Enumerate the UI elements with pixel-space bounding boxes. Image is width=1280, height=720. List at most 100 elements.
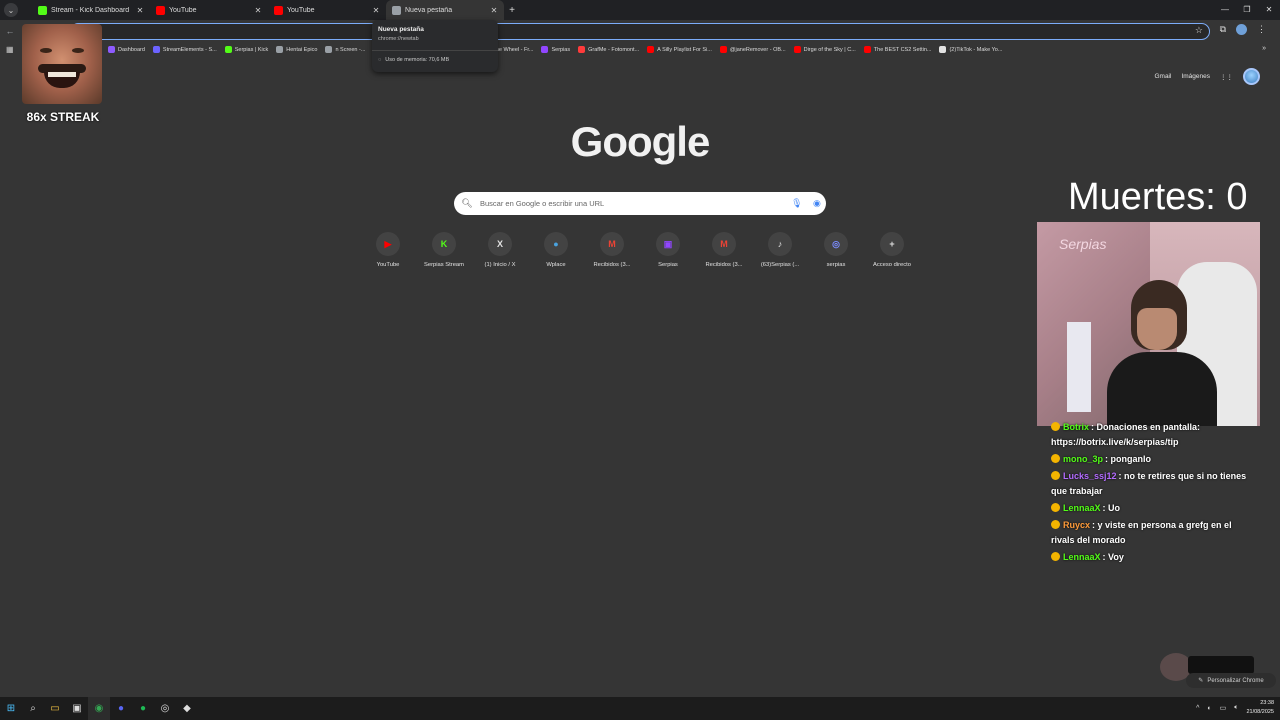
back-icon[interactable]: ← (0, 26, 20, 36)
chat-username[interactable]: Lucks_ssj12 (1063, 471, 1117, 481)
chat-text: : Uo (1102, 503, 1121, 513)
shortcut-tile[interactable]: M Recibidos (3... (584, 232, 640, 268)
chrome-taskbar-icon[interactable]: ◉ (88, 697, 110, 720)
bookmark-item[interactable]: (2)TikTok - Make Yo... (939, 46, 1002, 53)
profile-icon[interactable] (1236, 24, 1247, 35)
shortcut-tile[interactable]: M Recibidos (3... (696, 232, 752, 268)
obs-icon[interactable]: ◎ (154, 697, 176, 720)
gmail-link[interactable]: Gmail (1154, 73, 1171, 80)
new-tab-button[interactable]: + (504, 5, 520, 16)
tab-favicon-icon (392, 5, 401, 15)
chat-message: LennaaX: Uo (1051, 501, 1251, 516)
bookmark-item[interactable]: Serpias (541, 46, 570, 53)
bookmark-item[interactable]: StreamElements - S... (152, 46, 217, 53)
lens-camera-icon[interactable]: ◉ (813, 198, 821, 209)
shortcut-tile[interactable]: ▶ YouTube (360, 232, 416, 268)
photos-icon[interactable]: ▣ (66, 697, 88, 720)
shortcut-label: YouTube (376, 262, 400, 268)
tab-close-icon[interactable]: ✕ (134, 6, 146, 15)
tab-search-icon[interactable]: ⌄ (4, 3, 18, 17)
more-bookmarks-icon[interactable]: » (1262, 45, 1266, 52)
bookmark-item[interactable]: Serpias | Kick (224, 46, 268, 53)
bookmark-label: n Screen -... (335, 46, 366, 53)
tab-close-icon[interactable]: ✕ (488, 6, 500, 15)
bookmark-item[interactable]: Dirge of the Sky | C... (793, 46, 856, 53)
chat-text: : Voy (1102, 552, 1124, 562)
bookmark-favicon-icon (541, 46, 549, 53)
hover-card-memory: ◌ Uso de memoria: 70,6 MB (378, 57, 450, 63)
minimize-icon[interactable]: — (1214, 0, 1236, 20)
chat-username[interactable]: mono_3p (1063, 454, 1103, 464)
hover-card-divider (372, 50, 498, 51)
shortcut-icon: ▶ (376, 232, 400, 256)
bookmark-star-icon[interactable]: ☆ (1195, 25, 1203, 36)
taskbar-search-icon[interactable]: ⌕ (22, 697, 44, 720)
bookmark-item[interactable]: Hentai Epico (276, 46, 317, 53)
discord-icon[interactable]: ● (110, 697, 132, 720)
images-link[interactable]: Imágenes (1181, 73, 1210, 80)
microphone-icon[interactable]: 🎙︎ (791, 198, 802, 209)
tab-strip: ⌄ Stream - Kick Dashboard ✕ YouTube ✕ YouTub… (0, 0, 1280, 20)
app-icon[interactable]: ◆ (176, 697, 198, 720)
clock-time: 23:38 (1260, 700, 1274, 706)
shortcut-tile[interactable]: + Acceso directo (864, 232, 920, 268)
chat-username[interactable]: Botrix (1063, 422, 1089, 432)
tab-1[interactable]: YouTube ✕ (150, 0, 268, 20)
extensions-icon[interactable]: ⧉ (1220, 24, 1226, 35)
apps-grid-icon[interactable]: ▦ (6, 45, 16, 54)
tray-chevron-icon[interactable]: ^ (1196, 705, 1199, 712)
bookmark-item[interactable]: The BEST CS2 Settin... (863, 46, 931, 53)
google-apps-icon[interactable]: ⋮⋮ (1220, 73, 1233, 81)
screen: ⌄ Stream - Kick Dashboard ✕ YouTube ✕ YouTub… (0, 0, 1280, 720)
search-input[interactable] (480, 199, 786, 208)
menu-icon[interactable]: ⋮ (1257, 24, 1266, 35)
chat-message: Botrix: Donaciones en pantalla: https://… (1051, 420, 1251, 450)
chat-text: : ponganlo (1105, 454, 1152, 464)
chat-badge-icon (1051, 552, 1060, 561)
chat-message: Lucks_ssj12: no te retires que si no tie… (1051, 469, 1251, 499)
shortcut-tile[interactable]: ▣ Serpias (640, 232, 696, 268)
pencil-icon: ✎ (1198, 678, 1204, 684)
tab-close-icon[interactable]: ✕ (370, 6, 382, 15)
bookmark-item[interactable]: Dashboard (108, 46, 145, 53)
chat-username[interactable]: LennaaX (1063, 503, 1101, 513)
taskbar: ⊞ ⌕ ▭ ▣ ◉ ● ● ◎ ◆ ^ ◐ ▭ 🔈︎ 23:38 21/08/2… (0, 697, 1280, 720)
bookmark-item[interactable]: n Screen -... (325, 46, 365, 53)
bookmark-item[interactable]: GrafMe - Fotomont... (578, 46, 639, 53)
shortcut-icon: ● (544, 232, 568, 256)
tab-label: Nueva pestaña (405, 6, 453, 14)
chat-username[interactable]: LennaaX (1063, 552, 1101, 562)
tab-0[interactable]: Stream - Kick Dashboard ✕ (32, 0, 150, 20)
bookmark-item[interactable]: A Silly Playlist For Si... (647, 46, 712, 53)
shortcut-tile[interactable]: K Serpias Stream (416, 232, 472, 268)
bookmark-item[interactable]: @janeRemover - OB... (719, 46, 786, 53)
spotify-icon[interactable]: ● (132, 697, 154, 720)
address-bar[interactable]: ☆ (70, 23, 1210, 40)
network-icon[interactable]: ▭ (1220, 704, 1227, 712)
account-avatar[interactable] (1243, 68, 1260, 85)
close-window-icon[interactable]: ✕ (1258, 0, 1280, 20)
tab-2[interactable]: YouTube ✕ (268, 0, 386, 20)
shortcut-tile[interactable]: ● Wplace (528, 232, 584, 268)
tray-app-icon[interactable]: ◐ (1207, 705, 1211, 712)
shortcut-label: Recibidos (3... (705, 262, 743, 268)
file-explorer-icon[interactable]: ▭ (44, 697, 66, 720)
chat-message: LennaaX: Voy (1051, 550, 1251, 565)
clock[interactable]: 23:38 21/08/2025 (1246, 699, 1274, 717)
bookmark-label: StreamElements - S... (162, 46, 217, 53)
chat-badge-icon (1051, 471, 1060, 480)
bookmark-favicon-icon (647, 46, 655, 53)
tab-close-icon[interactable]: ✕ (252, 6, 264, 15)
customize-chrome-button[interactable]: ✎ Personalizar Chrome (1186, 673, 1276, 688)
shortcut-tile[interactable]: ◎ serpias (808, 232, 864, 268)
shortcut-tile[interactable]: ♪ (63)Serpias (... (752, 232, 808, 268)
volume-icon[interactable]: 🔈︎ (1234, 704, 1238, 712)
search-box[interactable]: 🔍︎ 🎙︎ ◉ (454, 192, 826, 215)
shortcut-label: (1) Inicio / X (484, 262, 516, 268)
chat-username[interactable]: Ruycx (1063, 520, 1090, 530)
tab-3[interactable]: Nueva pestaña ✕ (386, 0, 504, 20)
shortcut-tile[interactable]: X (1) Inicio / X (472, 232, 528, 268)
windows-start-icon[interactable]: ⊞ (0, 697, 22, 720)
maximize-icon[interactable]: ❐ (1236, 0, 1258, 20)
shortcut-label: Serpias Stream (424, 262, 464, 268)
